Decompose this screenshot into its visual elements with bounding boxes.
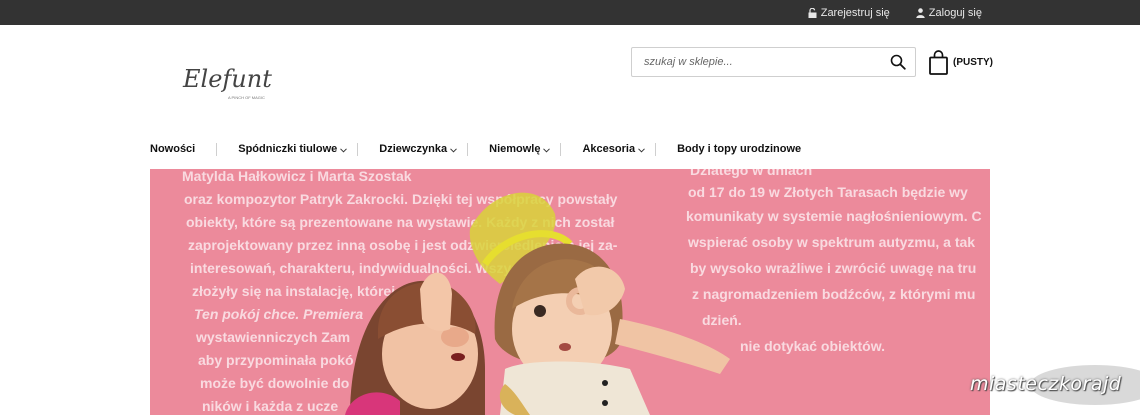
logo-text: Elefunt [182,65,272,93]
nav-separator [357,142,359,156]
wall-line: z nagromadzeniem bodźców, z którymi mu [692,286,975,302]
nav-separator [467,142,469,156]
cart-label: (PUSTY) [953,56,993,68]
hero-image: Matylda Hałkowicz i Marta Szostak oraz k… [150,169,990,415]
nav-label: Niemowlę [489,143,541,155]
search-button[interactable] [887,52,909,72]
nav-label: Dziewczynka [379,143,448,155]
logo-graphic: Elefunt A PINCH OF MAGIC [182,65,272,100]
wall-line: oraz kompozytor Patryk Zakrocki. Dzięki … [184,191,618,207]
wall-line: ników i każda z ucze [202,398,338,414]
user-icon [916,7,925,18]
chevron-down-icon [340,147,348,153]
nav-item-dziewczynka[interactable]: Dziewczynka [379,138,457,160]
wall-line: Ten pokój chce. Premiera [194,306,363,322]
nav-label: Body i topy urodzinowe [677,143,802,155]
nav-item-nowosci[interactable]: Nowości [150,138,195,160]
logo-tagline: A PINCH OF MAGIC [228,95,265,100]
register-label: Zarejestruj się [820,6,890,19]
watermark-text: miasteczkorajd [970,373,1122,395]
nav-item-akcesoria[interactable]: Akcesoria [582,138,645,160]
wall-line: aby przypominała pokó [198,352,354,368]
nav-item-spodniczki-tiulowe[interactable]: Spódniczki tiulowe [238,138,348,160]
login-link[interactable]: Zaloguj się [916,7,982,19]
nav-separator [655,142,657,156]
login-label: Zaloguj się [928,6,982,19]
search-input[interactable] [632,48,882,76]
wall-line: od 17 do 19 w Złotych Tarasach będzie wy [688,184,968,200]
wall-line: wspierać osoby w spektrum autyzmu, a tak [687,234,975,250]
nav-separator [560,142,562,156]
chevron-down-icon [450,147,457,153]
wall-line: nie dotykać obiektów. [740,338,885,354]
nav-label: Nowości [150,143,196,155]
watermark: miasteczkorajd [970,365,1140,405]
nav-label: Spódniczki tiulowe [238,143,338,155]
cart-button[interactable]: (PUSTY) [929,48,993,76]
wall-line: by wysoko wrażliwe i zwrócić uwagę na tr… [690,260,976,276]
hero-banner[interactable]: Matylda Hałkowicz i Marta Szostak oraz k… [150,169,990,415]
search-icon [890,54,906,70]
wall-line: wystawienniczych Zam [195,329,350,345]
shopping-bag-icon [929,49,948,75]
wall-line: może być dowolnie do [200,375,349,391]
chevron-down-icon [543,147,551,153]
search-box [631,47,916,77]
top-bar: Zarejestruj się Zaloguj się [0,0,1140,25]
account-links: Zarejestruj się Zaloguj się [808,0,982,25]
wall-line: Dziatego w dniach [690,169,812,178]
wall-line: dzień. [702,312,742,328]
unlock-icon [808,7,817,18]
register-link[interactable]: Zarejestruj się [808,7,890,19]
main-nav: Nowości Spódniczki tiulowe Dziewczynka N… [150,138,801,160]
nav-item-niemowle[interactable]: Niemowlę [489,138,551,160]
nav-separator [216,142,218,156]
chevron-down-icon [638,147,645,153]
site-logo[interactable]: Elefunt A PINCH OF MAGIC [180,55,275,105]
wall-line: komunikaty w systemie nagłośnieniowym. C [686,208,982,224]
wall-line: Matylda Hałkowicz i Marta Szostak [182,169,412,184]
nav-item-body-i-topy[interactable]: Body i topy urodzinowe [677,138,801,160]
nav-label: Akcesoria [582,143,636,155]
